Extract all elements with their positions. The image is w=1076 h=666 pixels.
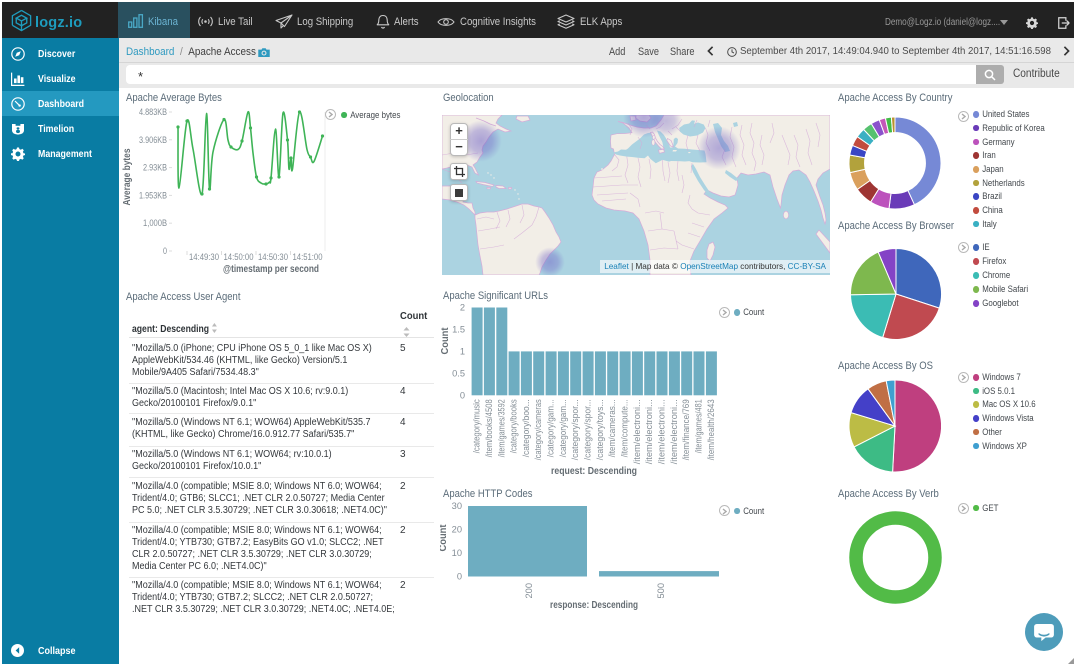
svg-text:Count: Count	[440, 524, 449, 552]
svg-text:Average bytes: Average bytes	[122, 148, 133, 205]
svg-text:1.953KB: 1.953KB	[139, 190, 167, 200]
svg-text:10: 10	[452, 548, 462, 558]
svg-text:30: 30	[452, 501, 462, 511]
svg-text:/category/music: /category/music	[472, 399, 482, 453]
svg-text:/category/cameras: /category/cameras	[533, 399, 543, 460]
svg-text:/item/games/3592: /item/games/3592	[496, 399, 506, 457]
svg-text:/item/games/481: /item/games/481	[694, 399, 704, 453]
svg-text:response: Descending: response: Descending	[550, 600, 638, 611]
svg-text:@timestamp per second: @timestamp per second	[223, 264, 319, 275]
svg-text:0.5: 0.5	[452, 368, 465, 378]
svg-text:0: 0	[460, 390, 465, 400]
svg-text:/item/finance/769: /item/finance/769	[681, 399, 691, 460]
svg-text:14:50:00: 14:50:00	[224, 252, 254, 262]
svg-text:/category/books: /category/books	[509, 399, 519, 453]
svg-text:14:49:30: 14:49:30	[189, 252, 219, 262]
svg-text:request: Descending: request: Descending	[551, 466, 637, 477]
svg-text:Count: Count	[440, 327, 451, 355]
svg-text:0: 0	[163, 246, 167, 256]
svg-text:4.883KB: 4.883KB	[139, 107, 167, 117]
svg-text:/item/electroni...: /item/electroni...	[644, 399, 654, 464]
svg-text:/category/gam...: /category/gam...	[558, 399, 568, 457]
svg-text:0: 0	[457, 572, 462, 582]
svg-text:2.93KB: 2.93KB	[143, 163, 167, 173]
svg-text:20: 20	[452, 525, 462, 535]
svg-text:/item/compute...: /item/compute...	[620, 399, 630, 457]
svg-text:/item/electroni...: /item/electroni...	[632, 399, 642, 464]
svg-text:500: 500	[656, 583, 666, 599]
svg-text:14:50:30: 14:50:30	[258, 252, 288, 262]
svg-text:3.906KB: 3.906KB	[139, 135, 167, 145]
svg-text:/category/spor...: /category/spor...	[583, 399, 593, 460]
svg-text:1.5: 1.5	[452, 324, 465, 334]
svg-text:200: 200	[524, 583, 534, 599]
svg-text:14:51:00: 14:51:00	[293, 252, 323, 262]
svg-text:/category/gam...: /category/gam...	[546, 399, 556, 457]
svg-text:/item/electroni...: /item/electroni...	[657, 399, 667, 464]
svg-text:/category/spor...: /category/spor...	[570, 399, 580, 460]
svg-text:/category/boo...: /category/boo...	[521, 399, 531, 457]
svg-text:/item/health/2643: /item/health/2643	[706, 399, 716, 460]
svg-text:/category/toys...: /category/toys...	[595, 399, 605, 460]
svg-text:/item/books/4508: /item/books/4508	[484, 399, 494, 457]
svg-text:1: 1	[460, 346, 465, 356]
svg-text:/item/electroni...: /item/electroni...	[669, 399, 679, 464]
svg-text:2: 2	[460, 303, 465, 313]
svg-text:/item/cameras...: /item/cameras...	[607, 399, 617, 457]
svg-text:1,000B: 1,000B	[143, 218, 167, 228]
